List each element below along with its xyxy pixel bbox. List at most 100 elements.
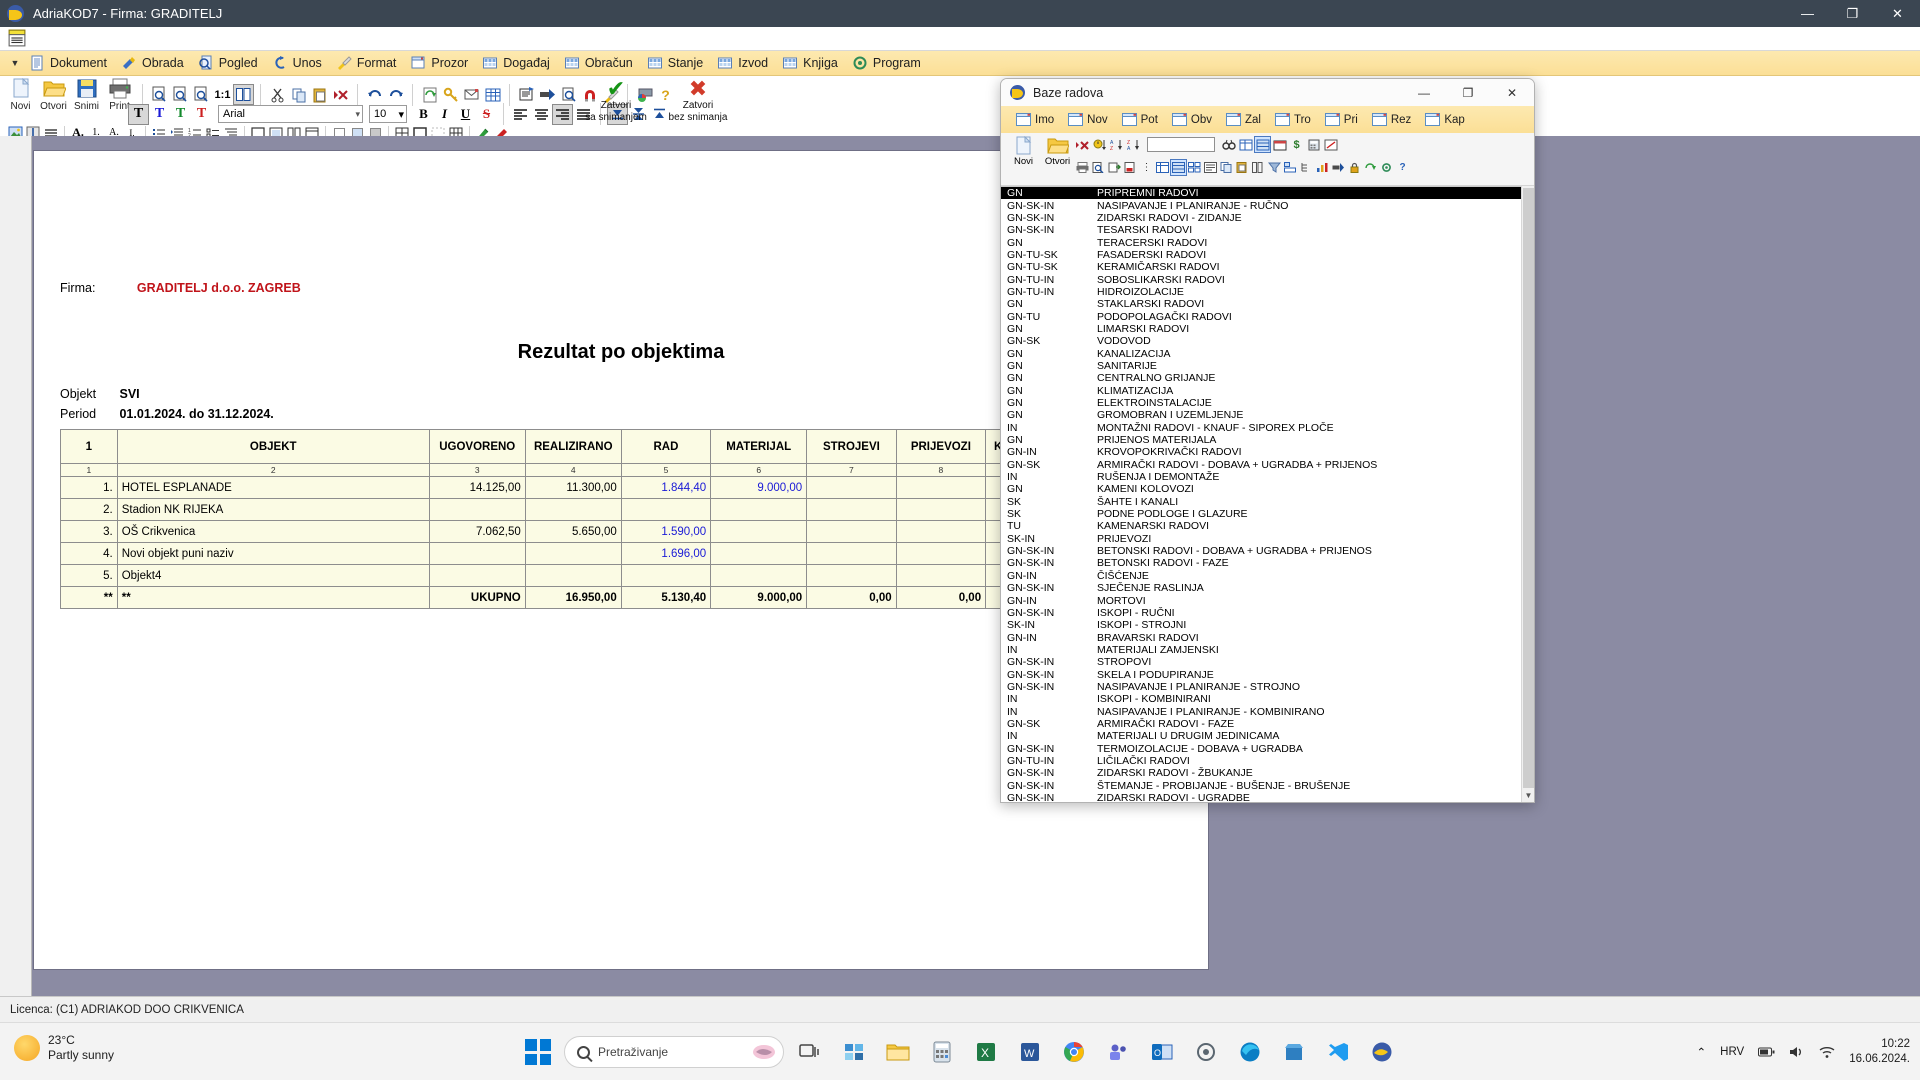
zoom-out-button[interactable]: [191, 84, 212, 105]
baze-new-button[interactable]: Novi: [1007, 136, 1040, 167]
list-item[interactable]: GN KANALIZACIJA: [1001, 347, 1534, 360]
language-indicator[interactable]: HRV: [1720, 1046, 1744, 1058]
copilot-icon[interactable]: [751, 1040, 777, 1064]
baze-search-input[interactable]: [1147, 137, 1215, 152]
properties-button[interactable]: [516, 84, 537, 105]
baze-group-button[interactable]: [1283, 160, 1298, 175]
bold-button[interactable]: B: [413, 104, 434, 125]
baze-settings-button[interactable]: [1379, 160, 1394, 175]
baze-tab-imo[interactable]: Imo: [1009, 113, 1061, 126]
baze-filter-button[interactable]: [1267, 160, 1282, 175]
baze-preview-button[interactable]: [1091, 160, 1106, 175]
list-item[interactable]: GN-SK-IN ZIDARSKI RADOVI - UGRADBE: [1001, 792, 1534, 802]
list-item[interactable]: TU KAMENARSKI RADOVI: [1001, 520, 1534, 532]
list-item[interactable]: IN ISKOPI - KOMBINIRANI: [1001, 693, 1534, 705]
refresh-button[interactable]: [419, 84, 440, 105]
baze-find-button[interactable]: [1221, 137, 1236, 152]
font-size-select[interactable]: 10 ▾: [369, 105, 407, 123]
baze-percent-button[interactable]: [1323, 137, 1338, 152]
menu-item-format[interactable]: Format: [331, 53, 406, 73]
store-button[interactable]: [1276, 1034, 1312, 1070]
redo-button[interactable]: [385, 84, 406, 105]
list-item[interactable]: GN PRIJENOS MATERIJALA: [1001, 434, 1534, 446]
close-button[interactable]: ✕: [1875, 0, 1920, 27]
menu-item-obracun[interactable]: Obračun: [559, 53, 642, 73]
baze-pdf-button[interactable]: [1123, 160, 1138, 175]
list-document-icon[interactable]: [8, 29, 26, 47]
align-left-button[interactable]: [510, 104, 531, 125]
menu-item-stanje[interactable]: Stanje: [642, 53, 712, 73]
list-item[interactable]: GN-IN KROVOPOKRIVAČKI RADOVI: [1001, 446, 1534, 458]
baze-tab-kap[interactable]: Kap: [1418, 113, 1471, 126]
clock[interactable]: 10:22 16.06.2024.: [1849, 1037, 1910, 1067]
list-item[interactable]: GN ELEKTROINSTALACIJE: [1001, 397, 1534, 409]
widgets-button[interactable]: [836, 1034, 872, 1070]
calculator-button[interactable]: [924, 1034, 960, 1070]
text-style-red-button[interactable]: T: [191, 104, 212, 125]
baze-grid-button[interactable]: [1254, 136, 1271, 153]
baze-export-button[interactable]: [1107, 160, 1122, 175]
list-item[interactable]: GN CENTRALNO GRIJANJE: [1001, 372, 1534, 384]
baze-chart-button[interactable]: [1315, 160, 1330, 175]
cut-button[interactable]: [267, 84, 288, 105]
close-without-save-button[interactable]: ✖ Zatvori bez snimanja: [664, 78, 732, 123]
list-item[interactable]: IN MATERIJALI U DRUGIM JEDINICAMA: [1001, 730, 1534, 742]
list-item[interactable]: GN-TU-IN HIDROIZOLACIJE: [1001, 286, 1534, 298]
text-style-green-button[interactable]: T: [170, 104, 191, 125]
list-item[interactable]: SK-IN ISKOPI - STROJNI: [1001, 619, 1534, 631]
print-preview-button[interactable]: [149, 84, 170, 105]
list-item[interactable]: GN STAKLARSKI RADOVI: [1001, 298, 1534, 310]
align-center-button[interactable]: [531, 104, 552, 125]
text-style-black-button[interactable]: T: [128, 103, 149, 125]
list-item[interactable]: GN-SK-IN ZIDARSKI RADOVI - ŽBUKANJE: [1001, 767, 1534, 779]
menu-item-dogadaj[interactable]: Događaj: [477, 53, 559, 73]
baze-print-button[interactable]: [1075, 160, 1090, 175]
envelope-button[interactable]: [461, 84, 482, 105]
baze-list-scrollbar[interactable]: ▲ ▼: [1521, 186, 1534, 802]
baze-card-view-button[interactable]: [1187, 160, 1202, 175]
menu-item-knjiga[interactable]: Knjiga: [777, 53, 847, 73]
outlook-button[interactable]: O: [1144, 1034, 1180, 1070]
baze-lock-button[interactable]: [1347, 160, 1362, 175]
baze-sort-az-button[interactable]: AZ: [1109, 137, 1124, 152]
open-button[interactable]: Otvori: [37, 78, 70, 112]
list-item[interactable]: IN NASIPAVANJE I PLANIRANJE - KOMBINIRANO: [1001, 705, 1534, 718]
list-item[interactable]: GN-IN ČIŠĆENJE: [1001, 570, 1534, 582]
actual-size-button[interactable]: 1:1: [212, 84, 233, 105]
baze-link-button[interactable]: [1331, 160, 1346, 175]
word-button[interactable]: W: [1012, 1034, 1048, 1070]
font-family-select[interactable]: Arial ▾: [218, 105, 363, 123]
list-item[interactable]: GN-SK-IN STROPOVI: [1001, 656, 1534, 668]
baze-calendar-button[interactable]: [1272, 137, 1287, 152]
start-button[interactable]: [520, 1034, 556, 1070]
battery-icon[interactable]: [1758, 1045, 1775, 1059]
list-item[interactable]: GN TERACERSKI RADOVI: [1001, 236, 1534, 249]
list-item[interactable]: GN-SK-IN BETONSKI RADOVI - DOBAVA + UGRAD…: [1001, 545, 1534, 557]
baze-tab-zal[interactable]: Zal: [1219, 113, 1268, 126]
list-item[interactable]: SK-IN PRIJEVOZI: [1001, 533, 1534, 545]
list-item[interactable]: GN-TU-SK FASADERSKI RADOVI: [1001, 249, 1534, 261]
tray-expand-icon[interactable]: ⌃: [1697, 1045, 1707, 1059]
menu-expand-caret-icon[interactable]: ▼: [6, 58, 24, 68]
list-item[interactable]: GN SANITARIJE: [1001, 360, 1534, 372]
list-item[interactable]: GN-SK-IN BETONSKI RADOVI - FAZE: [1001, 557, 1534, 569]
edge-button[interactable]: [1232, 1034, 1268, 1070]
list-item[interactable]: GN-SK-IN TERMOIZOLACIJE - DOBAVA + UGRADB…: [1001, 742, 1534, 755]
taskbar-search[interactable]: Pretraživanje: [564, 1036, 784, 1068]
chrome-button[interactable]: [1056, 1034, 1092, 1070]
menu-item-prozor[interactable]: Prozor: [405, 53, 477, 73]
zoom-in-button[interactable]: [170, 84, 191, 105]
teams-button[interactable]: [1100, 1034, 1136, 1070]
baze-tree-button[interactable]: [1299, 160, 1314, 175]
list-item[interactable]: IN RUŠENJA I DEMONTAŽE: [1001, 471, 1534, 483]
list-item[interactable]: GN-SK-IN SKELA I PODUPIRANJE: [1001, 668, 1534, 681]
baze-help-button[interactable]: ?: [1395, 160, 1410, 175]
scroll-down-icon[interactable]: ▼: [1522, 789, 1534, 802]
paste-button[interactable]: [309, 84, 330, 105]
list-item[interactable]: GN-SK ARMIRAČKI RADOVI - FAZE: [1001, 718, 1534, 730]
two-page-view-button[interactable]: [233, 84, 254, 105]
volume-icon[interactable]: [1789, 1045, 1805, 1059]
list-item[interactable]: GN-TU-SK KERAMIČARSKI RADOVI: [1001, 261, 1534, 273]
list-item[interactable]: GN-IN MORTOVI: [1001, 594, 1534, 607]
link-button[interactable]: [537, 84, 558, 105]
